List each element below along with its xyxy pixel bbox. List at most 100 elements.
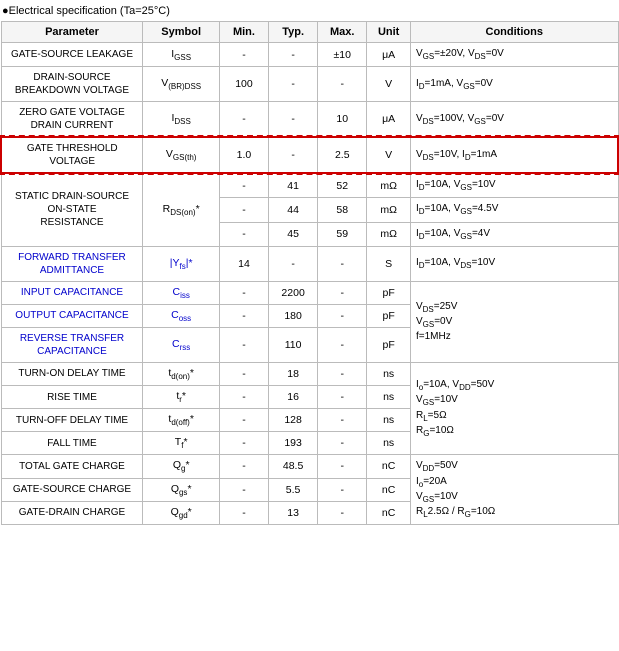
typ-rise-time: 16 [269,386,318,409]
typ-gate-source-leakage: - [269,43,318,67]
param-drain-source-breakdown: DRAIN-SOURCEBREAKDOWN VOLTAGE [1,67,143,102]
symbol-static-drain: RDS(on)* [143,173,219,246]
min-forward-transfer: 14 [219,246,268,281]
row-gate-source-leakage: GATE-SOURCE LEAKAGE IGSS - - ±10 μA VGS=… [1,43,618,67]
col-min: Min. [219,22,268,43]
typ-turn-off-delay: 128 [269,409,318,432]
typ-turn-on-delay: 18 [269,362,318,385]
max-rise-time: - [318,386,367,409]
unit-gate-drain-charge: nC [367,501,411,524]
typ-output-capacitance: 180 [269,304,318,327]
min-drain-source-breakdown: 100 [219,67,268,102]
electrical-spec-table: Parameter Symbol Min. Typ. Max. Unit Con… [0,21,619,525]
max-fall-time: - [318,432,367,455]
max-total-gate-charge: - [318,455,367,478]
max-gate-drain-charge: - [318,501,367,524]
table-header-row: Parameter Symbol Min. Typ. Max. Unit Con… [1,22,618,43]
col-conditions: Conditions [410,22,618,43]
symbol-turn-off-delay: td(off)* [143,409,219,432]
min-total-gate-charge: - [219,455,268,478]
min-input-capacitance: - [219,281,268,304]
cond-zero-gate-voltage: VDS=100V, VGS=0V [410,102,618,138]
unit-input-capacitance: pF [367,281,411,304]
symbol-fall-time: Tf* [143,432,219,455]
header-title: ●Electrical specification (Ta=25°C) [0,0,619,21]
min-static-drain-1: - [219,173,268,198]
param-forward-transfer: FORWARD TRANSFERADMITTANCE [1,246,143,281]
typ-reverse-transfer: 110 [269,327,318,362]
max-static-drain-3: 59 [318,222,367,246]
typ-gate-source-charge: 5.5 [269,478,318,501]
max-static-drain-1: 52 [318,173,367,198]
typ-forward-transfer: - [269,246,318,281]
typ-gate-drain-charge: 13 [269,501,318,524]
max-zero-gate-voltage: 10 [318,102,367,138]
symbol-input-capacitance: Ciss [143,281,219,304]
row-zero-gate-voltage: ZERO GATE VOLTAGEDRAIN CURRENT IDSS - - … [1,102,618,138]
unit-static-drain-1: mΩ [367,173,411,198]
unit-forward-transfer: S [367,246,411,281]
max-gate-source-leakage: ±10 [318,43,367,67]
max-turn-on-delay: - [318,362,367,385]
unit-fall-time: ns [367,432,411,455]
unit-static-drain-2: mΩ [367,198,411,222]
param-input-capacitance: INPUT CAPACITANCE [1,281,143,304]
typ-static-drain-2: 44 [269,198,318,222]
unit-zero-gate-voltage: μA [367,102,411,138]
max-reverse-transfer: - [318,327,367,362]
cond-capacitance: VDS=25VVGS=0Vf=1MHz [410,281,618,362]
max-static-drain-2: 58 [318,198,367,222]
param-gate-source-leakage: GATE-SOURCE LEAKAGE [1,43,143,67]
max-forward-transfer: - [318,246,367,281]
symbol-rise-time: tr* [143,386,219,409]
cond-static-drain-2: ID=10A, VGS=4.5V [410,198,618,222]
symbol-forward-transfer: |Yfs|* [143,246,219,281]
cond-drain-source-breakdown: ID=1mA, VGS=0V [410,67,618,102]
unit-static-drain-3: mΩ [367,222,411,246]
max-output-capacitance: - [318,304,367,327]
max-drain-source-breakdown: - [318,67,367,102]
unit-gate-threshold: V [367,137,411,173]
cond-static-drain-1: ID=10A, VGS=10V [410,173,618,198]
symbol-gate-threshold: VGS(th) [143,137,219,173]
param-fall-time: FALL TIME [1,432,143,455]
row-gate-threshold: GATE THRESHOLD VOLTAGE VGS(th) 1.0 - 2.5… [1,137,618,173]
min-gate-threshold: 1.0 [219,137,268,173]
col-max: Max. [318,22,367,43]
row-total-gate-charge: TOTAL GATE CHARGE Qg* - 48.5 - nC VDD=50… [1,455,618,478]
min-static-drain-2: - [219,198,268,222]
unit-gate-source-charge: nC [367,478,411,501]
col-parameter: Parameter [1,22,143,43]
row-forward-transfer: FORWARD TRANSFERADMITTANCE |Yfs|* 14 - -… [1,246,618,281]
param-zero-gate-voltage: ZERO GATE VOLTAGEDRAIN CURRENT [1,102,143,138]
unit-turn-on-delay: ns [367,362,411,385]
symbol-total-gate-charge: Qg* [143,455,219,478]
unit-total-gate-charge: nC [367,455,411,478]
max-gate-source-charge: - [318,478,367,501]
cond-forward-transfer: ID=10A, VDS=10V [410,246,618,281]
row-static-drain-1: STATIC DRAIN-SOURCEON-STATERESISTANCE RD… [1,173,618,198]
page-header: ●Electrical specification (Ta=25°C) [0,0,619,21]
col-typ: Typ. [269,22,318,43]
param-gate-threshold: GATE THRESHOLD VOLTAGE [1,137,143,173]
row-input-capacitance: INPUT CAPACITANCE Ciss - 2200 - pF VDS=2… [1,281,618,304]
unit-gate-source-leakage: μA [367,43,411,67]
cond-gate-source-leakage: VGS=±20V, VDS=0V [410,43,618,67]
symbol-gate-source-charge: Qgs* [143,478,219,501]
min-static-drain-3: - [219,222,268,246]
symbol-drain-source-breakdown: V(BR)DSS [143,67,219,102]
max-turn-off-delay: - [318,409,367,432]
row-drain-source-breakdown: DRAIN-SOURCEBREAKDOWN VOLTAGE V(BR)DSS 1… [1,67,618,102]
min-gate-source-charge: - [219,478,268,501]
typ-fall-time: 193 [269,432,318,455]
typ-gate-threshold: - [269,137,318,173]
unit-output-capacitance: pF [367,304,411,327]
param-static-drain: STATIC DRAIN-SOURCEON-STATERESISTANCE [1,173,143,246]
typ-zero-gate-voltage: - [269,102,318,138]
symbol-zero-gate-voltage: IDSS [143,102,219,138]
max-input-capacitance: - [318,281,367,304]
unit-drain-source-breakdown: V [367,67,411,102]
symbol-output-capacitance: Coss [143,304,219,327]
cond-static-drain-3: ID=10A, VGS=4V [410,222,618,246]
param-rise-time: RISE TIME [1,386,143,409]
